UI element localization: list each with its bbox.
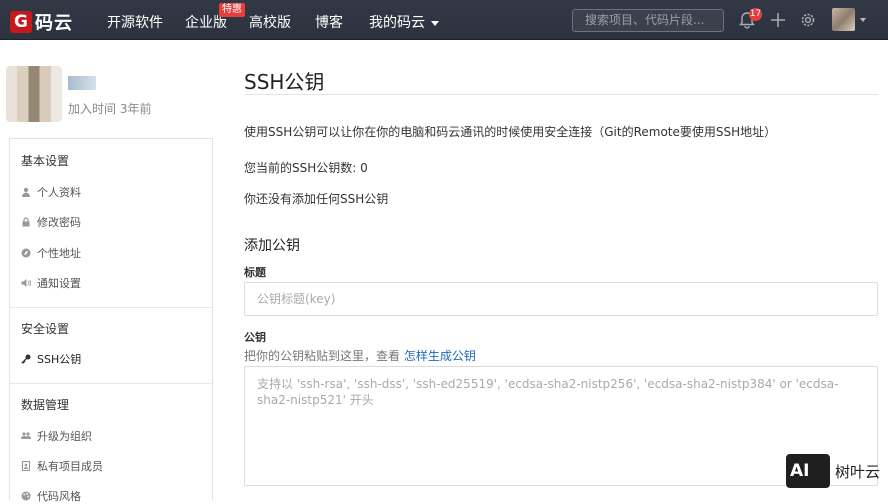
- sidebar-item-personal-info[interactable]: 个人资料: [21, 184, 81, 200]
- key-field-hint: 把你的公钥粘贴到这里，查看 怎样生成公钥: [244, 347, 476, 364]
- promo-badge: 特惠: [219, 3, 245, 17]
- top-navigation-bar: G 码云 开源软件 企业版 特惠 高校版 博客 我的码云 搜索项目、代码片段..…: [0, 0, 888, 40]
- search-input[interactable]: 搜索项目、代码片段...: [572, 9, 724, 32]
- nav-my-gitee-label: 我的码云: [369, 15, 425, 31]
- lock-icon: [22, 217, 30, 227]
- sidebar-divider: [10, 383, 212, 384]
- sidebar-divider: [10, 307, 212, 308]
- user-avatar[interactable]: [6, 66, 62, 122]
- sidebar-item-change-password[interactable]: 修改密码: [21, 214, 81, 230]
- watermark: AI 树叶云: [786, 454, 880, 488]
- brand-logo-icon: G: [10, 11, 32, 33]
- sidebar-item-label: 代码风格: [37, 490, 81, 503]
- sidebar-item-label: 个人资料: [37, 186, 81, 199]
- nav-university[interactable]: 高校版: [249, 12, 291, 32]
- sidebar-item-code-style[interactable]: 代码风格: [21, 488, 81, 504]
- key-hint-text: 把你的公钥粘贴到这里，查看: [244, 349, 401, 363]
- plus-icon[interactable]: [769, 11, 787, 29]
- user-name-redacted[interactable]: [68, 76, 96, 90]
- sidebar-item-label: 私有项目成员: [37, 460, 103, 473]
- compass-icon: [21, 248, 31, 258]
- settings-sidebar: 基本设置 个人资料 修改密码 个性地址 通知设置 安全设置 SSH公钥 数据管理…: [9, 138, 213, 503]
- users-icon: [21, 432, 31, 439]
- key-field-label: 公钥: [244, 331, 266, 344]
- watermark-text: 树叶云: [835, 462, 881, 481]
- gear-icon[interactable]: [799, 11, 817, 29]
- volume-icon: [21, 279, 31, 287]
- sidebar-item-ssh-keys[interactable]: SSH公钥: [21, 351, 81, 367]
- sidebar-group-security: 安全设置: [21, 322, 70, 336]
- page-title: SSH公钥: [244, 70, 325, 94]
- sidebar-item-upgrade-org[interactable]: 升级为组织: [21, 428, 92, 444]
- nav-open-source[interactable]: 开源软件: [107, 12, 163, 32]
- user-avatar-small[interactable]: [832, 8, 855, 31]
- sidebar-group-data: 数据管理: [21, 398, 70, 412]
- ssh-description: 使用SSH公钥可以让你在你的电脑和码云通讯的时候使用安全连接（Git的Remot…: [244, 125, 777, 139]
- user-icon: [22, 187, 30, 197]
- nav-my-gitee[interactable]: 我的码云: [369, 12, 439, 32]
- how-to-generate-key-link[interactable]: 怎样生成公钥: [404, 349, 476, 363]
- nav-blog[interactable]: 博客: [315, 12, 343, 32]
- no-keys-message: 你还没有添加任何SSH公钥: [244, 192, 389, 206]
- ssh-key-count: 您当前的SSH公钥数: 0: [244, 161, 368, 175]
- key-title-input[interactable]: 公钥标题(key): [244, 282, 878, 316]
- chevron-down-icon[interactable]: [860, 18, 866, 22]
- brand-name: 码云: [35, 13, 73, 34]
- sidebar-item-label: 个性地址: [37, 247, 81, 260]
- sidebar-item-label: 修改密码: [37, 216, 81, 229]
- chevron-down-icon: [431, 20, 439, 26]
- title-divider: [244, 94, 878, 95]
- brand-logo[interactable]: G 码云: [10, 9, 73, 35]
- join-time: 加入时间 3年前: [68, 102, 152, 116]
- sidebar-item-personal-url[interactable]: 个性地址: [21, 245, 81, 261]
- sidebar-item-private-members[interactable]: 私有项目成员: [21, 458, 103, 474]
- notification-count-badge: 17: [749, 8, 762, 21]
- sidebar-item-label: 升级为组织: [37, 430, 92, 443]
- sidebar-group-basic: 基本设置: [21, 154, 70, 168]
- watermark-logo: AI: [786, 454, 830, 488]
- public-key-textarea[interactable]: 支持以 'ssh-rsa', 'ssh-dss', 'ssh-ed25519',…: [244, 366, 878, 486]
- sidebar-item-label: 通知设置: [37, 277, 81, 290]
- sidebar-item-notification-settings[interactable]: 通知设置: [21, 275, 81, 291]
- add-key-heading: 添加公钥: [244, 238, 300, 254]
- id-card-icon: [21, 461, 31, 471]
- title-field-label: 标题: [244, 266, 266, 279]
- key-icon: [21, 354, 31, 364]
- sidebar-item-label: SSH公钥: [37, 353, 82, 366]
